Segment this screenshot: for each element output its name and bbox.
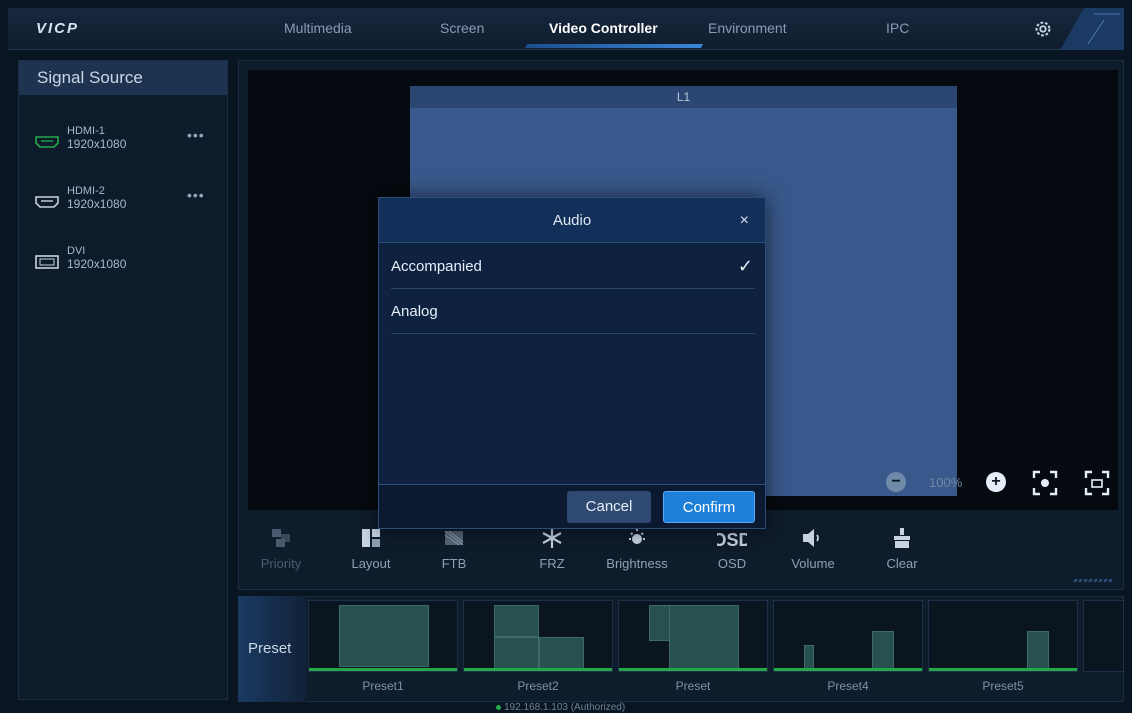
preset-tile-3[interactable] [618,600,768,672]
svg-text:OSD: OSD [717,530,747,549]
option-label: Accompanied [391,258,482,275]
dialog-footer: Cancel Confirm [379,484,765,528]
dialog-header: Audio × [379,198,765,243]
toolbar-label: FTB [441,556,467,571]
toolbar-label: OSD [717,556,747,571]
brightness-button[interactable]: Brightness [605,524,669,571]
preset-name: Preset4 [827,679,869,693]
freeze-icon [542,528,562,548]
hdmi-icon [35,196,59,208]
dvi-icon [35,255,59,269]
layer-label: L1 [410,86,957,108]
preset-layout-block [804,645,814,669]
source-resolution: 1920x1080 [67,137,127,151]
more-options-icon[interactable]: ••• [187,127,205,143]
active-tab-indicator [524,44,704,48]
zoom-in-icon[interactable]: + [986,472,1006,492]
source-item-dvi[interactable]: DVI 1920x1080 [19,243,227,287]
priority-button[interactable]: Priority [249,524,313,571]
checkmark-icon: ✓ [737,256,753,276]
source-name: HDMI-1 [67,125,105,137]
source-item-hdmi-2[interactable]: HDMI-2 1920x1080 ••• [19,183,227,227]
toolbar-label: Priority [260,556,302,571]
tab-multimedia[interactable]: Multimedia [284,20,352,36]
preset-layout-block [494,637,539,669]
zoom-level: 100% [929,475,963,490]
hdmi-icon [35,136,59,148]
osd-icon: OSD [717,530,747,549]
close-icon[interactable]: × [740,198,749,243]
toolbar-decoration [1073,579,1115,582]
signal-source-panel: Signal Source HDMI-1 1920x1080 ••• HDMI-… [18,60,228,700]
tab-screen[interactable]: Screen [440,20,484,36]
confirm-button[interactable]: Confirm [663,491,755,523]
toolbar-label: Layout [351,556,391,571]
preset-tile-2[interactable] [463,600,613,672]
preset-active-bar [619,668,767,671]
preset-tile-5[interactable] [928,600,1078,672]
option-analog[interactable]: Analog [391,289,755,334]
preset-tile-6[interactable] [1083,600,1124,672]
source-item-hdmi-1[interactable]: HDMI-1 1920x1080 ••• [19,123,227,167]
preset-tile-4[interactable] [773,600,923,672]
corner-decoration [1060,8,1124,50]
option-label: Analog [391,303,438,320]
volume-button[interactable]: Volume [781,524,845,571]
preset-layout-block [339,605,429,667]
preset-layout-block [669,605,739,669]
app-logo: VICP [36,20,80,37]
osd-button[interactable]: OSD OSD [700,524,764,571]
zoom-out-icon[interactable]: − [886,472,906,492]
fullscreen-icon[interactable] [1084,470,1110,496]
clear-icon [894,528,910,548]
preset-active-bar [464,668,612,671]
preset-label: Preset [238,596,306,702]
volume-icon [803,529,819,547]
tab-video-controller[interactable]: Video Controller [549,20,658,36]
source-resolution: 1920x1080 [67,197,127,211]
option-accompanied[interactable]: Accompanied ✓ [391,244,755,289]
toolbar-label: FRZ [539,556,565,571]
layout-button[interactable]: Layout [339,524,403,571]
priority-icon [272,529,290,547]
connection-status: 192.168.1.103 (Authorized) [496,702,625,713]
preset-layout-block [494,605,539,637]
status-text: 192.168.1.103 (Authorized) [504,702,626,713]
source-name: DVI [67,245,86,257]
preset-layout-block [872,631,894,669]
more-options-icon[interactable]: ••• [187,187,205,203]
fit-screen-icon[interactable] [1032,470,1058,496]
preset-active-bar [929,668,1077,671]
top-nav-bar: VICP Multimedia Screen Video Controller … [8,8,1124,50]
audio-dialog: Audio × Accompanied ✓ Analog Cancel Conf… [378,197,766,529]
preset-name: Preset5 [982,679,1024,693]
preset-name: Preset2 [517,679,559,693]
layout-icon [362,529,380,547]
preset-layout-block [1027,631,1049,669]
toolbar-label: Brightness [606,556,668,571]
status-dot-icon [496,704,501,710]
preset-active-bar [774,668,922,671]
toolbar-label: Volume [791,556,835,571]
cancel-button[interactable]: Cancel [567,491,651,523]
ftb-button[interactable]: FTB [422,524,486,571]
preset-name: Preset [675,679,711,693]
signal-source-title: Signal Source [19,61,227,95]
source-name: HDMI-2 [67,185,105,197]
tab-environment[interactable]: Environment [708,20,787,36]
dialog-title: Audio [552,212,592,229]
preset-tile-1[interactable] [308,600,458,672]
preset-active-bar [309,668,457,671]
ftb-icon [444,530,464,546]
preset-name: Preset1 [362,679,404,693]
source-resolution: 1920x1080 [67,257,127,271]
freeze-button[interactable]: FRZ [520,524,584,571]
toolbar-label: Clear [886,556,918,571]
preset-layout-block [539,637,584,669]
clear-button[interactable]: Clear [870,524,934,571]
gear-icon[interactable] [1032,18,1054,40]
brightness-icon [629,529,645,544]
tab-ipc[interactable]: IPC [886,20,909,36]
